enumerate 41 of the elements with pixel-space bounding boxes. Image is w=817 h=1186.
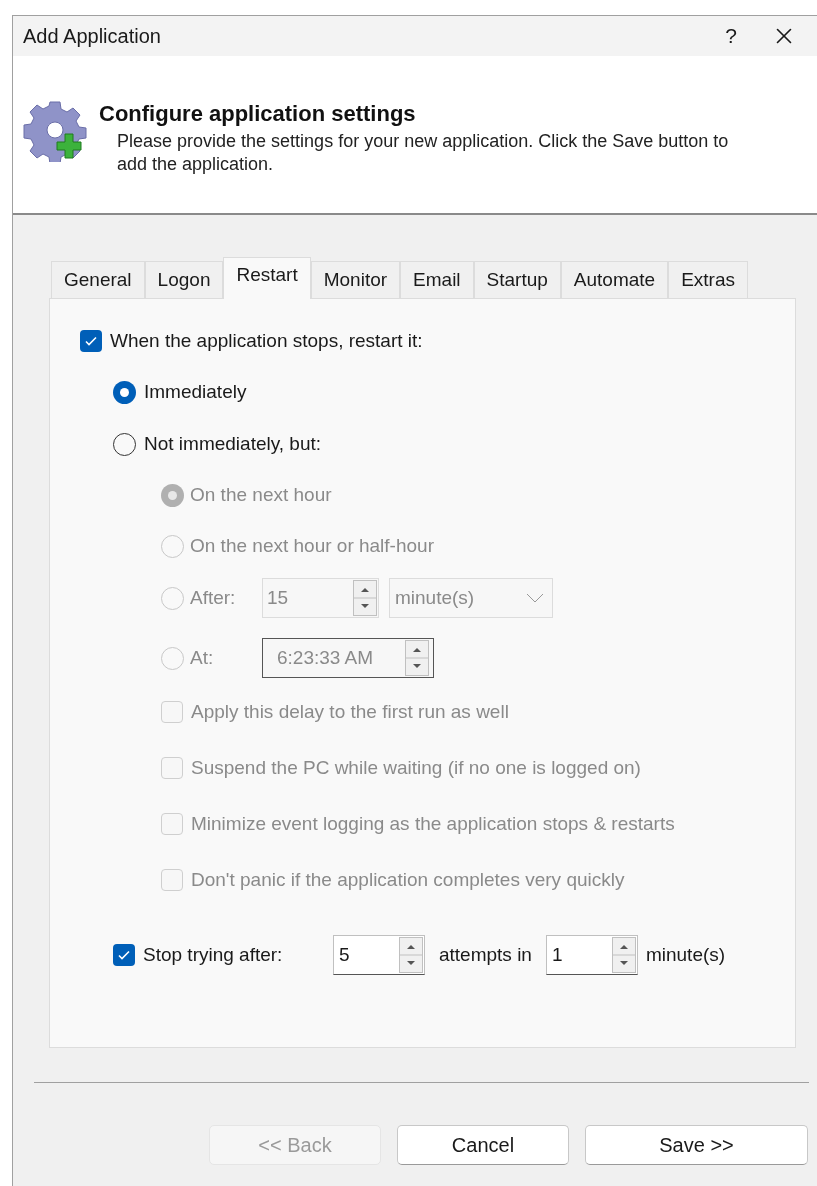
checkbox-label: Stop trying after: [143,942,284,967]
chevron-down-icon [526,593,544,603]
radio-label: On the next hour or half-hour [190,534,434,559]
tab[interactable]: Restart [223,257,311,299]
checkbox-label: Don't panic if the application completes very quickly [191,867,625,892]
checkmark-icon [117,948,131,962]
number-field[interactable]: 1 [545,935,638,975]
checkbox[interactable] [80,330,102,352]
window-title: Add Application [23,24,161,49]
tab[interactable]: Extras [668,261,749,299]
spinner-icon[interactable] [353,580,377,616]
checkbox-label: Apply this delay to the first run as well [191,699,509,724]
tab[interactable]: Automate [560,261,669,299]
spinner-icon[interactable] [405,640,429,676]
radio-button[interactable] [113,380,136,404]
tab[interactable]: Logon [144,261,224,299]
radio-label: At: [190,645,215,670]
checkmark-icon [84,334,98,348]
tab[interactable]: Email [400,261,474,299]
dialog-button[interactable]: Save >> [585,1125,808,1165]
field-label: minute(s) [645,942,726,967]
header-title: Configure application settings [99,101,417,127]
tab[interactable]: Monitor [310,261,401,299]
radio-label: On the next hour [190,483,332,508]
tab[interactable]: General [51,261,145,299]
radio-label: Not immediately, but: [144,431,322,456]
help-button[interactable]: ? [711,20,751,52]
spinner-icon[interactable] [611,937,636,973]
gear-plus-icon [23,98,87,162]
header-description: Please provide the settings for your new application. Click the Save button to add the application. [117,130,730,176]
radio-label: Immediately [144,379,247,404]
checkbox[interactable] [113,944,135,966]
field-label: attempts in [439,942,532,967]
checkbox-label: Suspend the PC while waiting (if no one is logged on) [191,755,641,780]
radio-label: After: [190,585,237,610]
tab[interactable]: Startup [473,261,561,299]
checkbox-label: Minimize event logging as the application stops & restarts [191,811,675,836]
checkbox-label: When the application stops, restart it: [110,328,423,353]
number-field[interactable]: 5 [333,935,425,975]
dialog-button[interactable]: Cancel [397,1125,569,1165]
spinner-icon[interactable] [399,937,423,973]
